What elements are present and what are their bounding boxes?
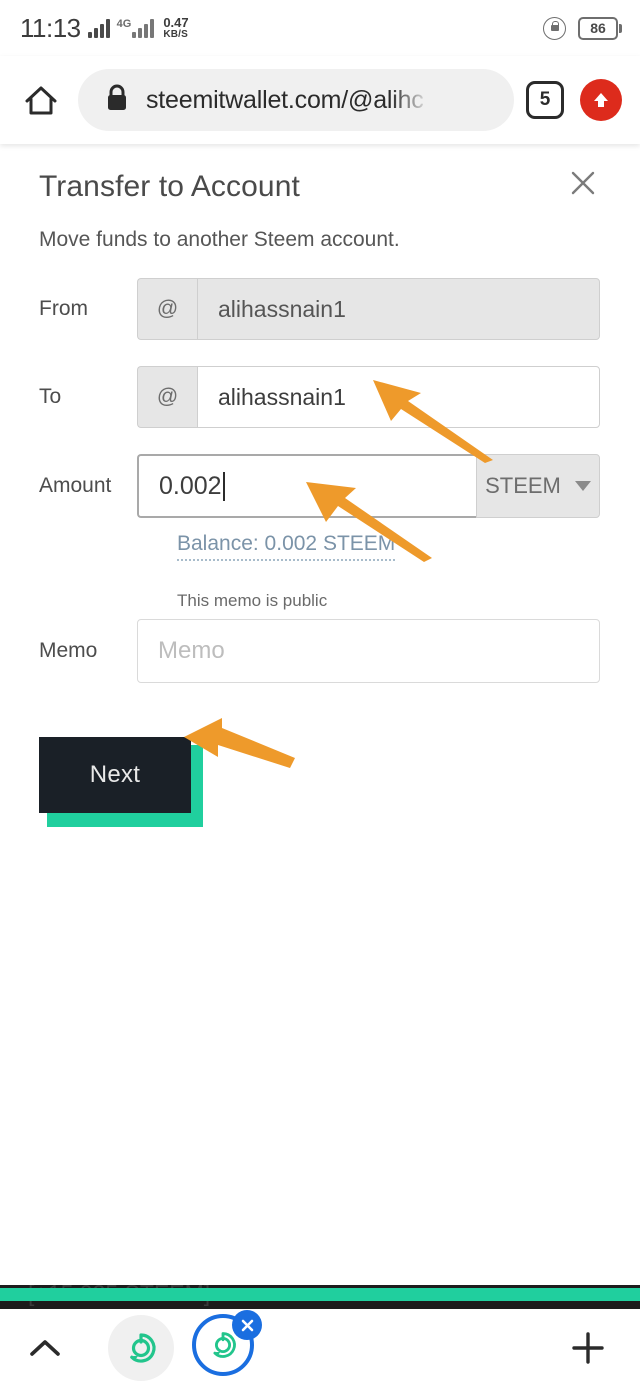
amount-field-row: Amount 0.002 STEEM [0,454,640,518]
to-at-prefix: @ [137,366,197,428]
data-speed-unit: KB/S [163,28,189,40]
tab-count-label: 5 [539,89,551,110]
battery-percent: 86 [590,20,606,36]
amount-value: 0.002 [159,471,222,500]
amount-input[interactable]: 0.002 [137,454,476,518]
signal-bars-secondary-icon [132,18,155,38]
balance-link[interactable]: Balance: 0.002 STEEM [177,532,396,561]
status-time: 11:13 [20,12,81,43]
to-label: To [39,385,62,408]
close-circle-icon[interactable] [232,1310,262,1340]
currency-select[interactable]: STEEM [476,454,600,518]
form-subtitle: Move funds to another Steem account. [39,228,400,251]
status-bar: 11:13 4G 0.47 KB/S 86 [0,0,640,56]
from-field-row: From @ alihassnain1 [0,278,640,340]
memo-input[interactable]: Memo [137,619,600,683]
phone-screen: 11:13 4G 0.47 KB/S 86 steemitwallet.com/… [0,0,640,1387]
lock-icon [104,83,130,118]
signal-bars-icon [87,18,110,38]
browser-toolbar: steemitwallet.com/@alihc 5 [0,56,640,144]
upload-arrow-icon[interactable] [580,79,622,121]
rotation-lock-icon [543,16,566,40]
steem-logo-icon [213,1332,236,1358]
next-button[interactable]: Next [39,737,191,813]
to-field-row: To @ alihassnain1 [0,366,640,428]
url-bar[interactable]: steemitwallet.com/@alihc [78,69,514,131]
teal-accent-strip [0,1288,640,1301]
text-caret [222,471,225,501]
chevron-down-icon [574,481,591,491]
status-bar-right: 86 [543,16,622,40]
currency-label: STEEM [485,473,561,498]
network-type-group: 4G [117,18,155,38]
url-text: steemitwallet.com/@alihc [146,85,424,114]
chevron-up-icon[interactable] [24,1327,66,1369]
status-bar-left: 11:13 4G 0.47 KB/S [20,13,189,44]
from-input: alihassnain1 [197,278,600,340]
to-input[interactable]: alihassnain1 [197,366,600,428]
home-icon[interactable] [18,77,64,123]
amount-label: Amount [39,474,112,497]
active-tab-steem[interactable] [192,1310,262,1382]
memo-label: Memo [39,639,98,662]
steem-logo-icon[interactable] [108,1315,174,1381]
from-at-prefix: @ [137,278,197,340]
data-speed-value: 0.47 [163,15,189,31]
tab-count-button[interactable]: 5 [526,81,564,119]
network-type-label: 4G [116,18,132,30]
memo-note: This memo is public [177,591,328,610]
page-title: Transfer to Account [39,170,300,203]
from-label: From [39,297,88,320]
next-button-wrap: Next [39,737,203,827]
plus-icon[interactable] [566,1326,610,1370]
page-content: Transfer to Account Move funds to anothe… [0,144,640,1288]
form-header: Transfer to Account Move funds to anothe… [0,144,640,252]
balance-row: Balance: 0.002 STEEM [0,532,640,561]
bottom-navigation-bar [0,1309,640,1387]
data-speed-indicator: 0.47 KB/S [163,16,188,39]
battery-icon: 86 [578,16,622,40]
close-icon[interactable] [566,166,600,200]
memo-field-row: Memo Memo [0,619,640,683]
